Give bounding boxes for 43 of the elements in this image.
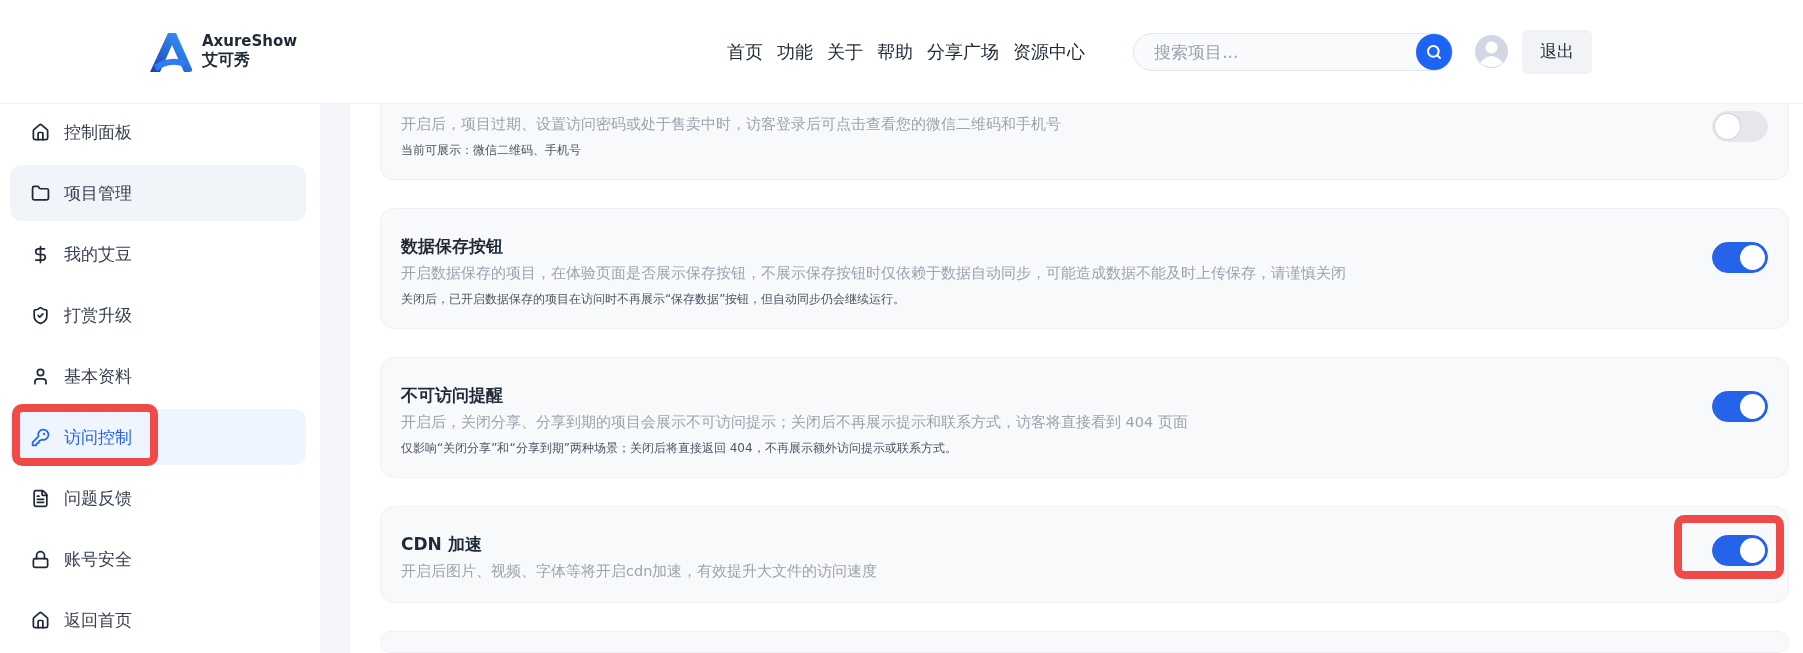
nav-link[interactable]: 首页 (727, 39, 764, 64)
toggle-switch[interactable] (1712, 242, 1768, 273)
lock-icon (31, 549, 50, 569)
nav-link[interactable]: 分享广场 (927, 39, 1000, 64)
home-icon (31, 122, 50, 142)
setting-description: 开启后，关闭分享、分享到期的项目会展示不可访问提示；关闭后不再展示提示和联系方式，访客将直接看到 404 页面 (401, 413, 1189, 432)
folder-icon (31, 183, 50, 203)
toggle-switch[interactable] (1712, 535, 1768, 566)
setting-title: CDN 加速 (401, 533, 483, 556)
logo-name: AxureShow (202, 32, 298, 50)
sidebar-item[interactable]: 项目管理 (10, 165, 306, 221)
shield-check-icon (31, 305, 50, 325)
logo-icon (148, 30, 194, 73)
search-icon (1426, 43, 1443, 60)
setting-description: 开启后图片、视频、字体等将开启cdn加速，有效提升大文件的访问速度 (401, 562, 879, 581)
sidebar-item[interactable]: 打赏升级 (10, 287, 306, 343)
setting-description: 开启后，项目过期、设置访问密码或处于售卖中时，访客登录后可点击查看您的微信二维码和手机号 (401, 115, 1062, 134)
nav-link[interactable]: 关于 (827, 39, 864, 64)
user-icon (31, 366, 50, 386)
search-input[interactable]: 搜索项目... (1152, 40, 1417, 63)
document-icon (31, 488, 50, 508)
setting-title: 不可访问提醒 (401, 384, 504, 407)
setting-note: 仅影响“关闭分享”和“分享到期”两种场景；关闭后将直接返回 404，不再展示额外访问提示或联系方式。 (401, 440, 958, 457)
setting-note: 当前可展示：微信二维码、手机号 (401, 142, 582, 159)
logout-button[interactable]: 退出 (1522, 29, 1593, 74)
nav-link[interactable]: 帮助 (877, 39, 914, 64)
search-field[interactable]: 搜索项目... (1133, 32, 1454, 71)
toggle-switch[interactable] (1712, 391, 1768, 422)
sidebar-item[interactable]: 我的艾豆 (10, 226, 306, 282)
search-button[interactable] (1416, 33, 1453, 70)
sidebar-item[interactable]: 账号安全 (10, 531, 306, 587)
sidebar-item[interactable]: 问题反馈 (10, 470, 306, 526)
sidebar-item[interactable]: 返回首页 (10, 592, 306, 648)
nav-link[interactable]: 功能 (777, 39, 814, 64)
setting-note: 关闭后，已开启数据保存的项目在访问时不再展示“保存数据”按钮，但自动同步仍会继续运行。 (401, 291, 907, 308)
setting-title: 数据保存按钮 (401, 235, 504, 258)
home-icon (31, 610, 50, 630)
sidebar-item[interactable]: 基本资料 (10, 348, 306, 404)
setting-description: 开启数据保存的项目，在体验页面是否展示保存按钮，不展示保存按钮时仅依赖于数据自动同步，可能造成数据不能及时上传保存，请谨慎关闭 (401, 264, 1347, 283)
logo-subtitle: 艾可秀 (202, 50, 251, 71)
sidebar-item[interactable]: 控制面板 (10, 104, 306, 160)
key-icon (31, 427, 50, 447)
nav-link[interactable]: 资源中心 (1013, 39, 1086, 64)
